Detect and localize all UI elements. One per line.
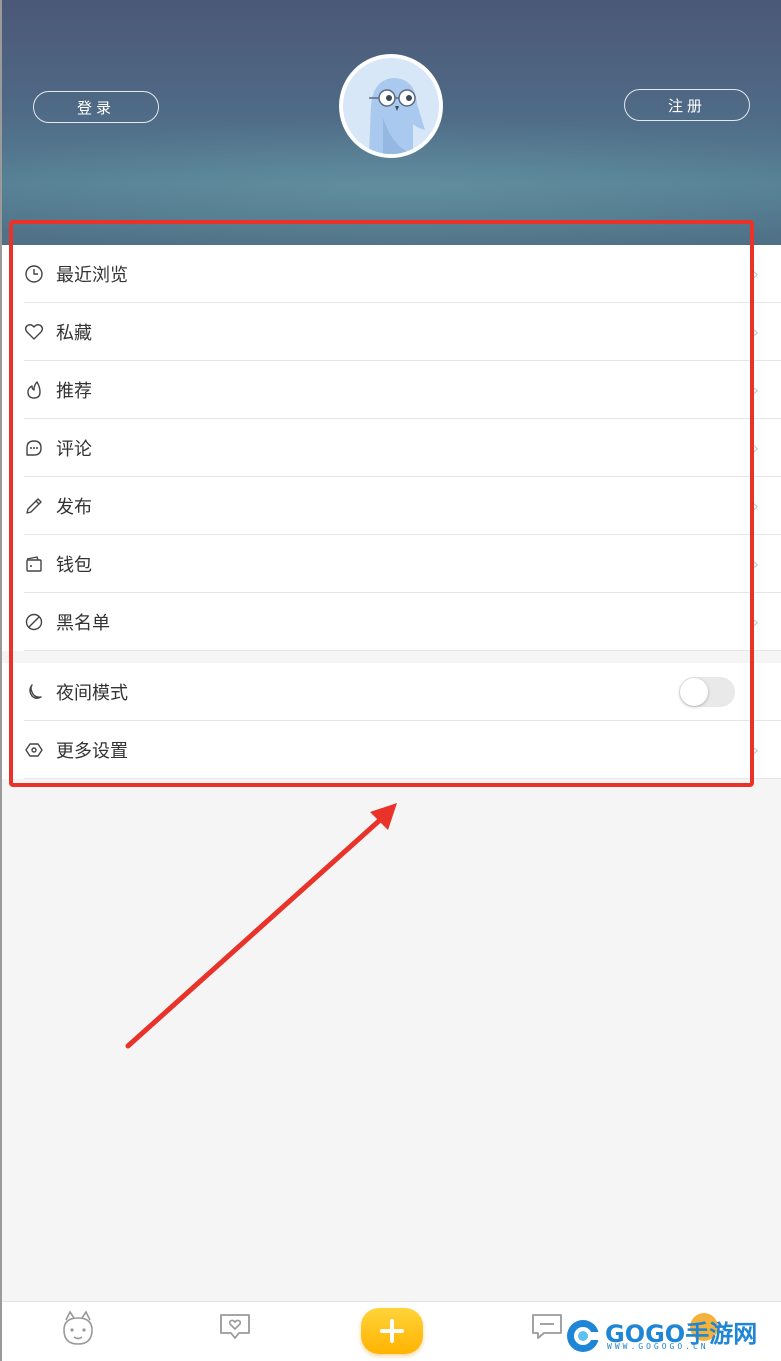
menu-group-main: 最近浏览 › 私藏 › 推荐 › 评论 › 发布 › 钱包 › 黑名单 ›	[2, 245, 781, 651]
menu-item-more-settings[interactable]: 更多设置 ›	[2, 721, 781, 779]
add-button[interactable]	[361, 1308, 423, 1354]
menu-item-recommend[interactable]: 推荐 ›	[2, 361, 781, 419]
chevron-right-icon: ›	[752, 554, 759, 574]
block-icon	[24, 612, 44, 632]
chevron-right-icon: ›	[752, 438, 759, 458]
login-button[interactable]: 登录	[33, 91, 159, 123]
chevron-right-icon: ›	[752, 496, 759, 516]
comment-icon	[24, 438, 44, 458]
register-button[interactable]: 注册	[624, 89, 750, 121]
night-mode-toggle[interactable]	[679, 677, 735, 707]
menu-item-publish[interactable]: 发布 ›	[2, 477, 781, 535]
message-icon[interactable]	[530, 1312, 564, 1342]
menu-item-wallet[interactable]: 钱包 ›	[2, 535, 781, 593]
menu-item-night-mode: 夜间模式	[2, 663, 781, 721]
chevron-right-icon: ›	[752, 264, 759, 284]
toggle-knob	[680, 678, 708, 706]
moon-icon	[24, 682, 44, 702]
watermark-subtext: WWW.GOGOGO.CN	[607, 1342, 709, 1351]
heart-icon	[24, 322, 44, 342]
menu-item-label: 推荐	[56, 381, 92, 402]
chevron-right-icon: ›	[752, 322, 759, 342]
menu-item-label: 钱包	[56, 555, 92, 576]
menu-item-label: 夜间模式	[56, 683, 128, 704]
menu-item-label: 评论	[56, 439, 92, 460]
gogo-watermark-logo: GOGO手游网 WWW.GOGOGO.CN	[565, 1314, 775, 1356]
menu-item-blacklist[interactable]: 黑名单 ›	[2, 593, 781, 651]
avatar[interactable]	[339, 54, 443, 158]
left-edge-line	[0, 0, 2, 1361]
dragon-home-icon[interactable]	[58, 1310, 98, 1348]
menu-item-favorites[interactable]: 私藏 ›	[2, 303, 781, 361]
chevron-right-icon: ›	[752, 380, 759, 400]
plus-icon	[380, 1319, 404, 1343]
chevron-right-icon: ›	[752, 612, 759, 632]
group-divider	[2, 651, 781, 663]
profile-header: 登录 注册	[0, 0, 781, 245]
menu-list: 最近浏览 › 私藏 › 推荐 › 评论 › 发布 › 钱包 › 黑名单 › 夜间…	[2, 245, 781, 779]
pencil-icon	[24, 496, 44, 516]
wallet-icon	[24, 554, 44, 574]
menu-item-label: 更多设置	[56, 741, 128, 762]
settings-icon	[24, 740, 44, 760]
heart-chat-icon[interactable]	[218, 1312, 252, 1342]
gogo-logo-icon	[567, 1320, 601, 1352]
menu-item-label: 发布	[56, 497, 92, 518]
chevron-right-icon: ›	[752, 740, 759, 760]
clock-icon	[24, 264, 44, 284]
flame-icon	[24, 380, 44, 400]
menu-item-recent[interactable]: 最近浏览 ›	[2, 245, 781, 303]
menu-item-label: 最近浏览	[56, 265, 128, 286]
menu-item-label: 私藏	[56, 323, 92, 344]
bird-avatar-icon	[343, 58, 439, 154]
menu-item-label: 黑名单	[56, 613, 110, 634]
menu-item-comments[interactable]: 评论 ›	[2, 419, 781, 477]
menu-group-settings: 夜间模式 更多设置 ›	[2, 663, 781, 779]
